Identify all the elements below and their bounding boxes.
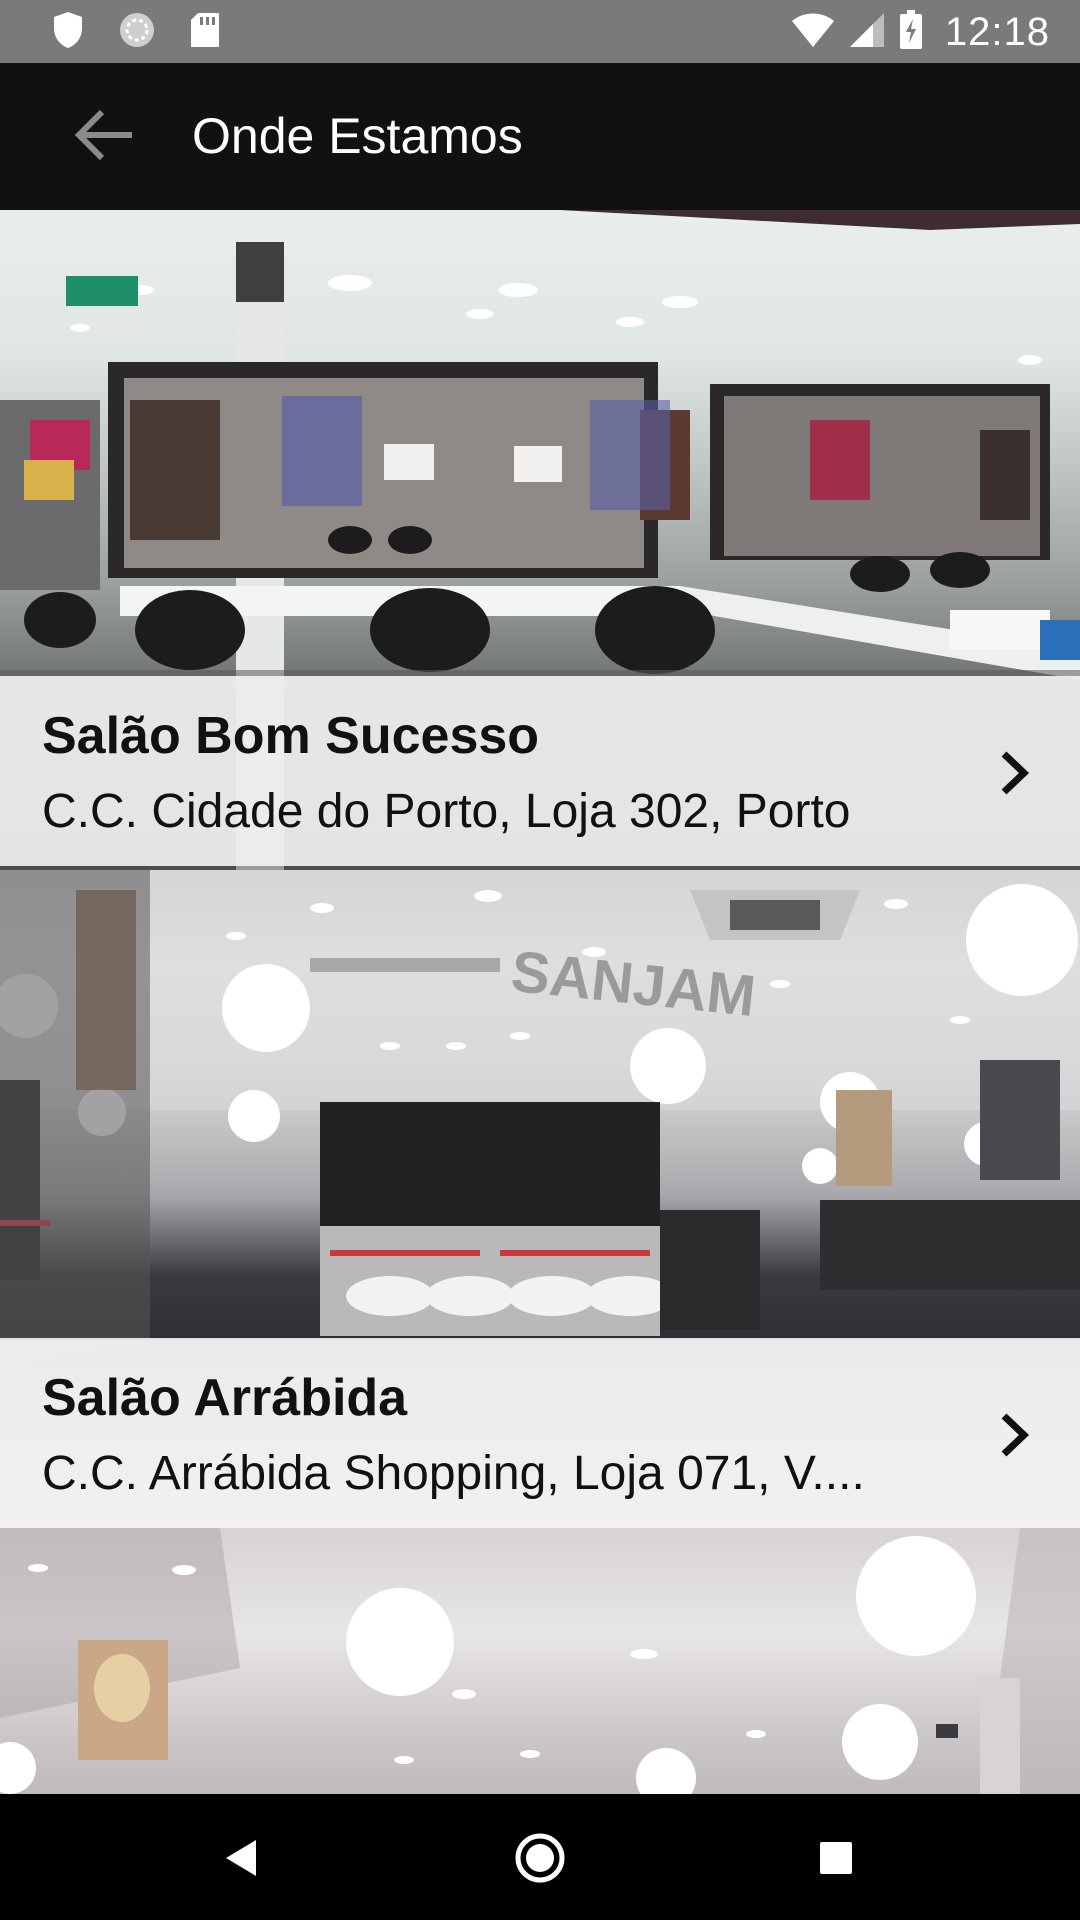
chevron-right-icon[interactable] (994, 1410, 1034, 1460)
salon-info[interactable]: Salão Bom Sucesso C.C. Cidade do Porto, … (0, 676, 1080, 866)
wifi-icon (791, 12, 835, 53)
home-nav-icon (514, 1832, 566, 1889)
sd-card-icon (190, 12, 220, 53)
salon-name: Salão Arrábida (42, 1369, 408, 1427)
arrow-back-icon (74, 108, 134, 167)
back-button[interactable] (60, 103, 148, 171)
salon-info[interactable]: Salão Arrábida C.C. Arrábida Shopping, L… (0, 1338, 1080, 1528)
salon-card[interactable] (0, 1528, 1080, 1794)
salon-card[interactable]: Salão Bom Sucesso C.C. Cidade do Porto, … (0, 210, 1080, 870)
page-title: Onde Estamos (192, 108, 523, 164)
back-nav-button[interactable] (212, 1830, 272, 1890)
status-bar: 12:18 (0, 0, 1080, 63)
salon-address: C.C. Cidade do Porto, Loja 302, Porto (42, 785, 851, 838)
salon-name: Salão Bom Sucesso (42, 707, 540, 765)
signal-icon (849, 12, 885, 53)
sync-icon (118, 11, 156, 54)
status-time: 12:18 (944, 9, 1050, 54)
back-nav-icon (222, 1836, 262, 1885)
salon-address: C.C. Arrábida Shopping, Loja 071, V.... (42, 1447, 865, 1500)
recents-nav-button[interactable] (806, 1830, 866, 1890)
salon-card[interactable]: SANJAM Salão Arrábida C.C. Arrábida Shop… (0, 870, 1080, 1528)
salon-list[interactable]: Salão Bom Sucesso C.C. Cidade do Porto, … (0, 210, 1080, 1794)
app-toolbar: Onde Estamos (0, 63, 1080, 210)
battery-charging-icon (899, 9, 923, 55)
recents-nav-icon (818, 1840, 854, 1881)
home-nav-button[interactable] (510, 1830, 570, 1890)
system-nav-bar (0, 1794, 1080, 1920)
salon-photo (0, 1528, 1080, 1794)
chevron-right-icon[interactable] (994, 748, 1034, 798)
shield-icon (52, 11, 84, 54)
